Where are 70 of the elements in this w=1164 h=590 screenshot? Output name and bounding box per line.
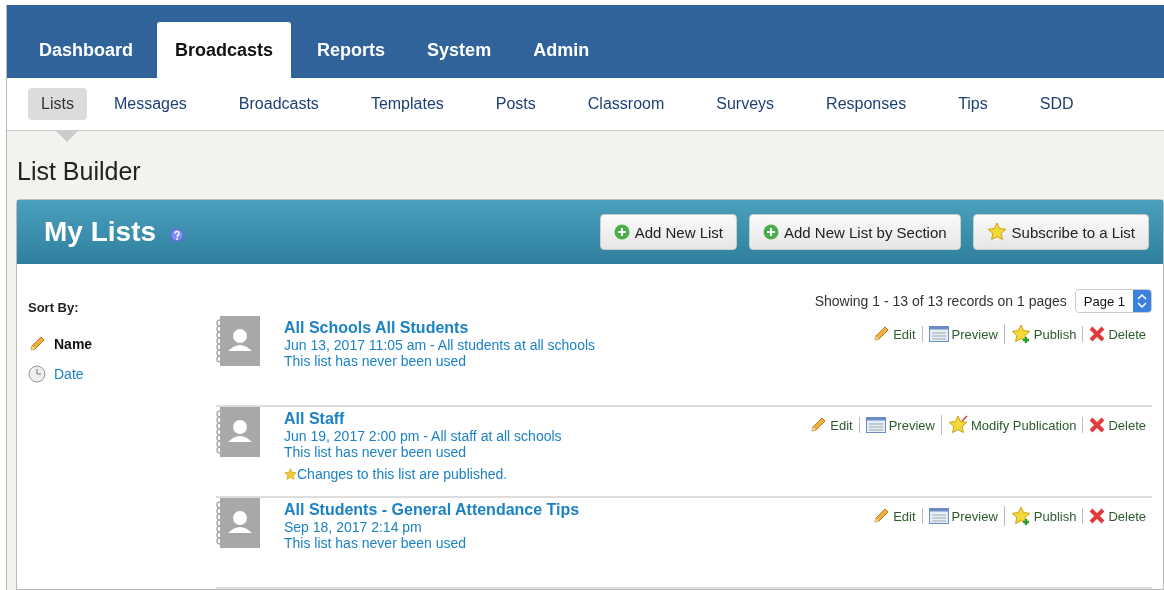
sort-option[interactable]: Date (54, 366, 84, 382)
sub-nav-tab[interactable]: Tips (945, 88, 1001, 121)
pencil-icon (809, 416, 828, 434)
plus-circle-icon (613, 224, 630, 240)
action-link[interactable]: Preview (921, 326, 1004, 342)
header-button[interactable]: Add New List (599, 214, 737, 250)
sub-nav-tab[interactable]: Surveys (703, 88, 788, 121)
records-summary: Showing 1 - 13 of 13 records on 1 pages (814, 293, 1067, 309)
action-link[interactable]: Edit (803, 416, 859, 434)
list-name-link[interactable]: All Students - General Attendance Tips (284, 500, 580, 519)
pencil-icon (28, 335, 46, 353)
help-icon[interactable] (170, 228, 185, 242)
list-window-icon (928, 326, 949, 342)
sub-nav-tab[interactable]: Classroom (574, 88, 678, 121)
panel-title: My Lists (44, 216, 157, 248)
list-name-link[interactable]: All Staff (284, 409, 562, 428)
sub-nav-tab[interactable]: Responses (813, 88, 920, 121)
list-window-icon (928, 508, 949, 524)
close-icon (1089, 508, 1106, 524)
page-select[interactable]: Page 1 (1074, 289, 1152, 313)
sub-nav-tab[interactable]: Messages (100, 88, 200, 121)
action-link[interactable]: Preview (921, 508, 1004, 524)
nav-tab[interactable]: Broadcasts (157, 22, 292, 79)
action-link[interactable]: Edit (866, 507, 922, 525)
nav-tab[interactable]: System (409, 22, 510, 79)
sub-nav-tab[interactable]: Posts (482, 88, 549, 121)
action-link[interactable]: Publish (1003, 506, 1083, 526)
list-usage: This list has never been used (284, 535, 468, 551)
action-link[interactable]: Delete (1082, 508, 1152, 524)
page-title: List Builder (17, 157, 141, 188)
address-book-icon (216, 498, 260, 548)
action-link[interactable]: Edit (866, 325, 922, 343)
up-down-arrows-icon[interactable] (1133, 290, 1151, 312)
list-details: Sep 18, 2017 2:14 pm (284, 519, 423, 535)
sub-nav-tab[interactable]: Templates (357, 88, 457, 121)
star-plus-icon (1010, 506, 1031, 526)
list-window-icon (865, 417, 886, 433)
action-link[interactable]: Publish (1003, 324, 1083, 344)
header-button[interactable]: Add New List by Section (749, 214, 961, 250)
sub-nav-tab[interactable]: Lists (28, 88, 87, 121)
nav-tab[interactable]: Dashboard (21, 22, 152, 79)
header-button[interactable]: Subscribe to a List (972, 214, 1149, 250)
close-icon (1089, 326, 1106, 342)
star-plus-icon (1010, 324, 1031, 344)
clock-icon (28, 365, 46, 383)
list-details: Jun 19, 2017 2:00 pm - All staff at all schools (284, 428, 562, 444)
address-book-icon (216, 316, 260, 366)
sort-option[interactable]: Name (54, 336, 93, 352)
action-link[interactable]: Modify Publication (940, 415, 1083, 435)
pencil-icon (872, 325, 891, 343)
plus-circle-icon (763, 224, 779, 240)
sub-nav-tab[interactable]: Broadcasts (225, 88, 332, 121)
list-name-link[interactable]: All Schools All Students (284, 318, 596, 337)
sub-nav-tab[interactable]: SDD (1026, 88, 1087, 121)
sort-label: Sort By: (28, 300, 80, 315)
nav-tab[interactable]: Admin (515, 22, 608, 79)
action-link[interactable]: Delete (1082, 326, 1152, 342)
address-book-icon (216, 407, 260, 457)
close-icon (1089, 417, 1106, 433)
pencil-icon (872, 507, 891, 525)
published-note: Changes to this list are published. (297, 466, 508, 482)
action-link[interactable]: Preview (858, 417, 941, 433)
star-icon (986, 222, 1007, 242)
list-details: Jun 13, 2017 11:05 am - All students at all schools (284, 337, 596, 353)
nav-tab[interactable]: Reports (299, 22, 404, 79)
list-usage: This list has never been used (284, 444, 468, 460)
star-icon (284, 467, 297, 481)
action-link[interactable]: Delete (1082, 417, 1152, 433)
star-icon (947, 415, 968, 435)
list-usage: This list has never been used (284, 353, 468, 369)
